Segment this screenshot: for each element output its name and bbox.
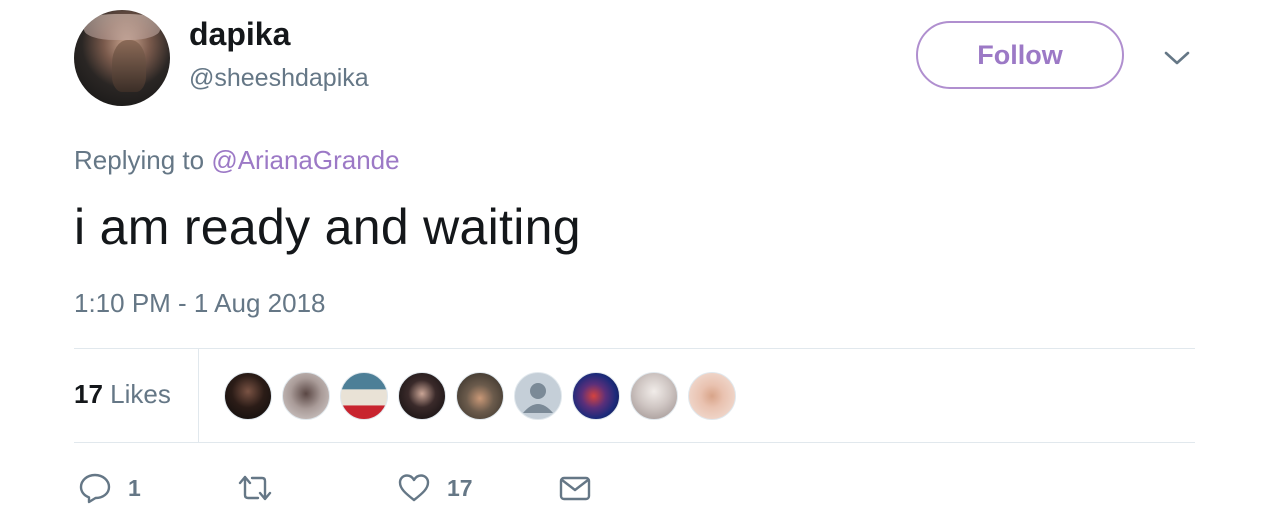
reply-count: 1 <box>128 474 141 501</box>
retweet-icon[interactable] <box>236 471 274 505</box>
divider-top <box>74 348 1195 349</box>
liker-avatar[interactable] <box>456 372 504 420</box>
like-icon[interactable] <box>397 471 431 505</box>
liker-avatar[interactable] <box>688 372 736 420</box>
tweet-card: dapika @sheeshdapika Follow Replying to … <box>0 0 1266 532</box>
reply-action[interactable]: 1 <box>78 470 141 506</box>
liker-avatar[interactable] <box>572 372 620 420</box>
reply-mention-link[interactable]: @ArianaGrande <box>211 145 399 175</box>
stats-separator <box>198 349 199 442</box>
liker-avatar[interactable] <box>514 372 562 420</box>
replying-prefix: Replying to <box>74 145 205 175</box>
display-name[interactable]: dapika <box>189 16 290 53</box>
likes-count: 17 <box>74 379 103 409</box>
follow-button[interactable]: Follow <box>916 21 1124 89</box>
user-handle[interactable]: @sheeshdapika <box>189 64 369 93</box>
liker-avatar[interactable] <box>224 372 272 420</box>
likes-label: Likes <box>110 379 171 409</box>
tweet-timestamp[interactable]: 1:10 PM - 1 Aug 2018 <box>74 288 326 319</box>
replying-to: Replying to @ArianaGrande <box>74 145 400 176</box>
liker-avatar[interactable] <box>340 372 388 420</box>
chevron-down-icon[interactable] <box>1162 43 1192 73</box>
direct-message-icon[interactable] <box>558 471 592 505</box>
retweet-action[interactable] <box>236 470 290 506</box>
liker-avatar[interactable] <box>398 372 446 420</box>
like-count: 17 <box>447 474 473 501</box>
likes-stat[interactable]: 17 Likes <box>74 379 171 410</box>
direct-message-action[interactable] <box>558 470 592 506</box>
divider-bottom <box>74 442 1195 443</box>
liker-avatar[interactable] <box>630 372 678 420</box>
user-avatar[interactable] <box>74 10 170 106</box>
reply-icon[interactable] <box>78 471 112 505</box>
liker-avatar[interactable] <box>282 372 330 420</box>
default-avatar-icon <box>523 383 553 413</box>
tweet-text: i am ready and waiting <box>74 199 581 255</box>
like-action[interactable]: 17 <box>397 470 473 506</box>
